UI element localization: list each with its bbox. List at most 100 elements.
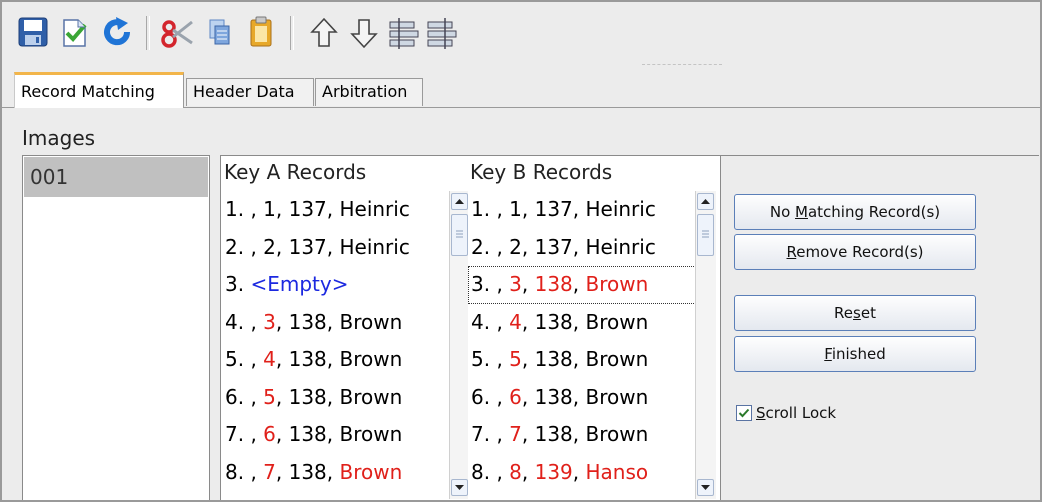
record-row[interactable]: 7. , 7, 138, Brown [468, 416, 696, 454]
record-row[interactable]: 6. , 6, 138, Brown [468, 379, 696, 417]
paste-icon[interactable] [244, 16, 280, 50]
record-text: Brown [339, 459, 403, 484]
record-text: 7 [263, 459, 276, 484]
record-row[interactable]: 4. , 3, 138, Brown [222, 304, 450, 342]
record-text: 3. , [471, 272, 510, 296]
record-row[interactable]: 3. , 3, 138, Brown [468, 266, 696, 304]
record-row[interactable]: 2. , 2, 137, Heinric [222, 229, 450, 267]
record-row[interactable]: 2. , 2, 137, Heinric [468, 229, 696, 267]
image-list-item[interactable]: 001 [24, 157, 208, 197]
tab-strip: Record Matching Header Data Arbitration [2, 68, 1040, 108]
record-row[interactable]: 8. , 8, 139, Hanso [468, 454, 696, 492]
label-accelerator: S [756, 404, 766, 422]
scroll-up-arrow-icon[interactable] [451, 193, 468, 210]
key-a-records-list[interactable]: 1. , 1, 137, Heinric 2. , 2, 137, Heinric… [222, 191, 470, 499]
record-text: , [521, 459, 535, 484]
record-row[interactable]: 7. , 6, 138, Brown [222, 416, 450, 454]
record-text: , 138, Brown [521, 422, 649, 446]
record-text: 6. , [471, 384, 510, 409]
record-text: , 138, [275, 459, 340, 484]
tab-record-matching[interactable]: Record Matching [14, 72, 184, 108]
no-matching-records-button[interactable]: No Matching Record(s) [734, 194, 976, 230]
record-text: 4 [509, 309, 522, 334]
record-text: 6 [509, 384, 522, 409]
record-matching-window: Record Matching Header Data Arbitration … [0, 0, 1042, 502]
record-row[interactable]: 5. , 5, 138, Brown [468, 341, 696, 379]
scrollbar-thumb[interactable] [697, 214, 714, 256]
record-text: 8 [509, 459, 522, 484]
record-text: , [572, 459, 586, 484]
record-row[interactable]: 8. , 7, 138, Brown [222, 454, 450, 492]
reset-button[interactable]: Reset [734, 295, 976, 331]
record-text: 4 [263, 347, 276, 371]
images-list[interactable]: 001 [22, 155, 210, 500]
record-text: 8. , [471, 459, 510, 484]
tab-arbitration[interactable]: Arbitration [315, 78, 423, 106]
record-text: , 138, Brown [275, 309, 403, 334]
save-icon[interactable] [16, 16, 52, 50]
record-text: 5 [263, 384, 276, 409]
record-text: 7. , [471, 422, 510, 446]
button-label-part: et [860, 304, 876, 322]
record-text: 138 [534, 272, 573, 296]
record-row[interactable]: 6. , 5, 138, Brown [222, 379, 450, 417]
record-text: 1. , 1, 137, Heinric [225, 197, 410, 221]
cut-icon[interactable] [160, 16, 196, 50]
edit-document-icon[interactable] [58, 16, 94, 50]
key-a-scrollbar[interactable] [449, 191, 470, 499]
record-text: 2. , 2, 137, Heinric [225, 234, 410, 259]
scroll-down-arrow-icon[interactable] [451, 479, 468, 496]
key-b-records-list[interactable]: 1. , 1, 137, Heinric 2. , 2, 137, Heinric… [468, 191, 716, 499]
record-row[interactable]: 4. , 4, 138, Brown [468, 304, 696, 342]
record-text: 1. , 1, 137, Heinric [471, 197, 656, 221]
record-text: 2. , 2, 137, Heinric [471, 234, 656, 259]
record-text: 6 [263, 422, 276, 446]
checkbox-icon[interactable] [736, 405, 752, 421]
record-text: 4. , [471, 309, 510, 334]
button-accelerator: M [795, 203, 808, 221]
tab-header-data[interactable]: Header Data [186, 78, 314, 106]
scroll-up-arrow-icon[interactable] [697, 193, 714, 210]
record-row[interactable]: 3. <Empty> [222, 266, 450, 304]
refresh-icon[interactable] [100, 16, 136, 50]
record-text: 5. , [471, 347, 510, 371]
record-row[interactable]: 1. , 1, 137, Heinric [222, 191, 450, 229]
align-left-icon[interactable] [386, 16, 422, 50]
record-text: 4. , [225, 309, 264, 334]
button-label-part: No [769, 203, 796, 221]
copy-icon[interactable] [202, 16, 238, 50]
button-accelerator: R [786, 243, 797, 261]
record-text: , [572, 272, 586, 296]
record-text: 3 [509, 272, 522, 296]
key-b-scrollbar[interactable] [695, 191, 716, 499]
align-right-icon[interactable] [424, 16, 460, 50]
toolbar-gripper [642, 64, 722, 66]
scrollbar-thumb[interactable] [451, 214, 468, 256]
label-part: croll Lock [765, 404, 837, 422]
move-down-icon[interactable] [346, 16, 382, 50]
key-a-rows: 1. , 1, 137, Heinric 2. , 2, 137, Heinric… [222, 191, 450, 491]
record-row[interactable]: 1. , 1, 137, Heinric [468, 191, 696, 229]
record-text: 8. , [225, 459, 264, 484]
record-text: 5. , [225, 347, 264, 371]
record-text: 3 [263, 309, 276, 334]
record-text: 3. [225, 272, 251, 296]
button-label-part: Re [834, 304, 854, 322]
record-text: <Empty> [250, 272, 349, 296]
remove-records-button[interactable]: Remove Record(s) [734, 234, 976, 270]
record-text: Brown [585, 272, 649, 296]
button-label-part: atching Record(s) [807, 203, 941, 221]
move-up-icon[interactable] [306, 16, 342, 50]
record-text: 6. , [225, 384, 264, 409]
scroll-lock-label: Scroll Lock [756, 404, 836, 422]
button-label-part: emove Record(s) [796, 243, 924, 261]
record-row[interactable]: 5. , 4, 138, Brown [222, 341, 450, 379]
record-text: 139 [534, 459, 573, 484]
images-label: Images [22, 126, 96, 150]
record-text: , 138, Brown [521, 384, 649, 409]
record-text: , 138, Brown [275, 347, 403, 371]
record-text: 7 [509, 422, 522, 446]
finished-button[interactable]: Finished [734, 336, 976, 372]
scroll-down-arrow-icon[interactable] [697, 479, 714, 496]
key-a-header: Key A Records [224, 160, 367, 184]
